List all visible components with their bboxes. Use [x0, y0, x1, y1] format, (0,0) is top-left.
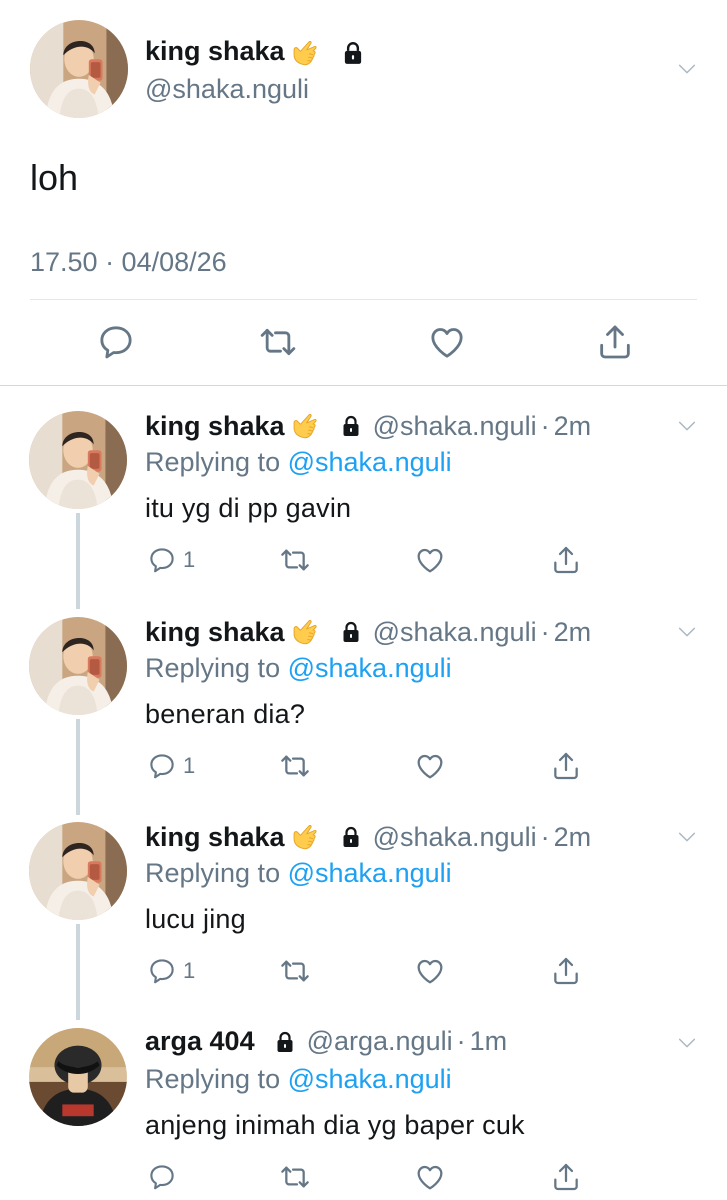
lock-icon	[339, 620, 363, 644]
like-icon[interactable]	[427, 322, 467, 362]
author-name[interactable]: king shaka	[145, 822, 285, 853]
share-icon[interactable]	[595, 322, 635, 362]
retweet-icon[interactable]	[279, 544, 311, 576]
separator: ·	[540, 821, 550, 852]
chevron-down-icon[interactable]	[676, 415, 698, 437]
replying-mention[interactable]: @shaka.nguli	[288, 447, 452, 477]
replying-mention[interactable]: @shaka.nguli	[288, 1064, 452, 1094]
replying-to: Replying to @shaka.nguli	[145, 447, 452, 478]
action-bar: 1	[145, 749, 585, 783]
reply-count: 1	[183, 958, 196, 983]
retweet-icon[interactable]	[279, 955, 311, 987]
avatar[interactable]	[29, 1028, 127, 1126]
author-name[interactable]: king shaka	[145, 36, 285, 66]
like-icon[interactable]	[414, 544, 446, 576]
hand-emoji-icon	[287, 820, 325, 854]
avatar-image	[29, 1028, 127, 1126]
share-icon[interactable]	[550, 544, 582, 576]
author-name[interactable]: king shaka	[145, 617, 285, 648]
author-handle[interactable]: @shaka.nguli	[373, 822, 537, 853]
divider	[0, 385, 727, 386]
reply-tweet[interactable]: king shaka @shaka.nguli · 2m Replying to…	[0, 387, 727, 609]
tweet-text: loh	[30, 157, 79, 198]
reply-tweet[interactable]: king shaka @shaka.nguli · 2m Replying to…	[0, 798, 727, 1020]
reply-header: king shaka @shaka.nguli · 2m	[145, 409, 591, 443]
reply-time[interactable]: 2m	[554, 411, 592, 442]
replying-prefix: Replying to	[145, 858, 281, 888]
chevron-down-icon[interactable]	[676, 826, 698, 848]
reply-text: lucu jing	[145, 904, 246, 934]
author-handle[interactable]: @shaka.nguli	[373, 617, 537, 648]
replying-prefix: Replying to	[145, 1064, 281, 1094]
author-name[interactable]: arga 404	[145, 1026, 255, 1057]
avatar[interactable]	[30, 20, 128, 118]
reply-icon[interactable]	[147, 545, 177, 575]
chevron-down-icon[interactable]	[676, 621, 698, 643]
separator: ·	[456, 1026, 466, 1056]
main-tweet: king shaka @shaka.nguli loh 17.50 · 04/0…	[0, 0, 727, 386]
reply-icon[interactable]	[147, 751, 177, 781]
reply-count: 1	[183, 547, 196, 572]
author-handle[interactable]: @arga.nguli	[307, 1026, 453, 1057]
avatar-image	[29, 822, 127, 920]
reply-text: anjeng inimah dia yg baper cuk	[145, 1110, 525, 1140]
like-icon[interactable]	[414, 955, 446, 987]
avatar-image	[29, 411, 127, 509]
retweet-icon[interactable]	[279, 750, 311, 782]
separator: ·	[540, 616, 550, 647]
avatar[interactable]	[29, 411, 127, 509]
separator: ·	[540, 410, 550, 441]
reply-icon[interactable]	[147, 956, 177, 986]
author-handle[interactable]: @shaka.nguli	[373, 411, 537, 442]
retweet-icon[interactable]	[279, 1161, 311, 1193]
author-name[interactable]: king shaka	[145, 411, 285, 442]
lock-icon	[339, 414, 363, 438]
author-handle[interactable]: @shaka.nguli	[145, 74, 309, 105]
divider	[30, 299, 697, 300]
reply-text: itu yg di pp gavin	[145, 493, 352, 523]
chevron-down-icon[interactable]	[676, 58, 698, 80]
like-icon[interactable]	[414, 1161, 446, 1193]
share-icon[interactable]	[550, 955, 582, 987]
reply-time[interactable]: 2m	[554, 617, 592, 648]
avatar-image	[29, 617, 127, 715]
action-bar: 1	[145, 543, 585, 577]
lock-icon	[339, 825, 363, 849]
tweet-timestamp[interactable]: 17.50 · 04/08/26	[30, 247, 227, 278]
replying-to: Replying to @shaka.nguli	[145, 1064, 452, 1095]
lock-icon	[273, 1030, 297, 1054]
reply-header: king shaka @shaka.nguli · 2m	[145, 820, 591, 854]
avatar[interactable]	[29, 822, 127, 920]
like-icon[interactable]	[414, 750, 446, 782]
hand-emoji-icon	[287, 615, 325, 649]
replying-prefix: Replying to	[145, 447, 281, 477]
share-icon[interactable]	[550, 1161, 582, 1193]
author-name-row[interactable]: king shaka	[145, 36, 366, 70]
hand-emoji-icon	[287, 409, 325, 443]
reply-tweet[interactable]: king shaka @shaka.nguli · 2m Replying to…	[0, 593, 727, 815]
reply-text: beneran dia?	[145, 699, 306, 729]
reply-icon[interactable]	[147, 1162, 177, 1192]
replying-mention[interactable]: @shaka.nguli	[288, 858, 452, 888]
replying-mention[interactable]: @shaka.nguli	[288, 653, 452, 683]
avatar[interactable]	[29, 617, 127, 715]
reply-count: 1	[183, 753, 196, 778]
retweet-icon[interactable]	[258, 322, 298, 362]
replying-to: Replying to @shaka.nguli	[145, 858, 452, 889]
share-icon[interactable]	[550, 750, 582, 782]
reply-time[interactable]: 2m	[554, 822, 592, 853]
lock-icon	[340, 40, 366, 66]
hand-emoji-icon	[287, 36, 325, 70]
reply-header: king shaka @shaka.nguli · 2m	[145, 615, 591, 649]
replying-prefix: Replying to	[145, 653, 281, 683]
avatar-image	[30, 20, 128, 118]
reply-time[interactable]: 1m	[470, 1026, 508, 1057]
reply-icon[interactable]	[96, 322, 136, 362]
action-bar: 1	[145, 954, 585, 988]
replying-to: Replying to @shaka.nguli	[145, 653, 452, 684]
action-bar	[145, 1160, 585, 1194]
reply-tweet[interactable]: arga 404 @arga.nguli · 1m Replying to @s…	[0, 1004, 727, 1200]
chevron-down-icon[interactable]	[676, 1032, 698, 1054]
reply-header: arga 404 @arga.nguli · 1m	[145, 1026, 507, 1057]
